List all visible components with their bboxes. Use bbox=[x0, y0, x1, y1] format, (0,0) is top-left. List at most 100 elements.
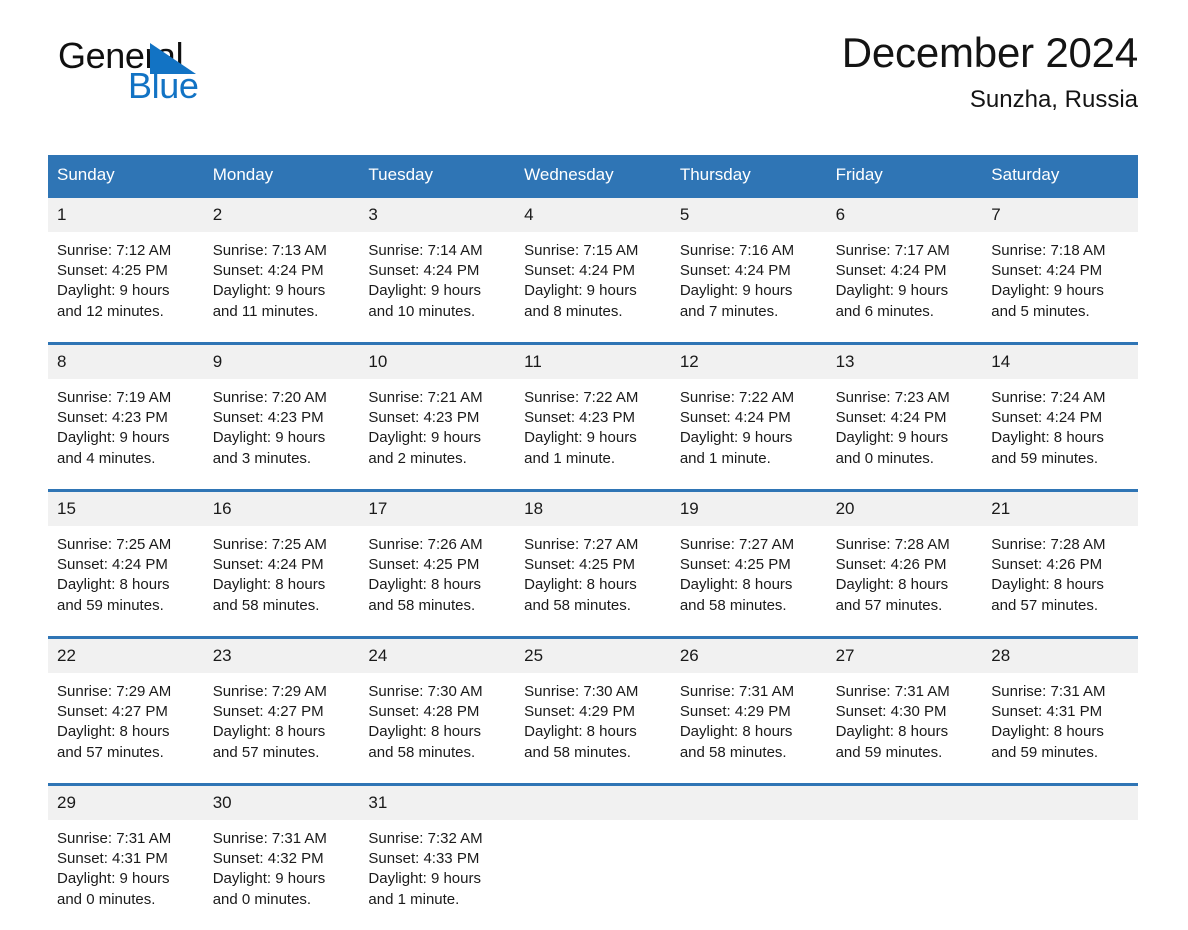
sunset-text: Sunset: 4:24 PM bbox=[991, 262, 1103, 280]
day-cell[interactable]: Sunrise: 7:16 AM Sunset: 4:24 PM Dayligh… bbox=[671, 232, 827, 342]
day-cell[interactable]: Sunrise: 7:26 AM Sunset: 4:25 PM Dayligh… bbox=[359, 526, 515, 636]
day-cell[interactable]: Sunrise: 7:29 AM Sunset: 4:27 PM Dayligh… bbox=[204, 673, 360, 783]
day-number[interactable]: 26 bbox=[671, 639, 827, 673]
day-cell[interactable]: Sunrise: 7:19 AM Sunset: 4:23 PM Dayligh… bbox=[48, 379, 204, 489]
daylight-text-cont: and 57 minutes. bbox=[212, 743, 320, 761]
day-number[interactable]: 5 bbox=[671, 198, 827, 232]
day-cell[interactable]: Sunrise: 7:22 AM Sunset: 4:23 PM Dayligh… bbox=[515, 379, 671, 489]
daylight-text: Daylight: 8 hours bbox=[212, 576, 326, 594]
day-cell[interactable]: Sunrise: 7:22 AM Sunset: 4:24 PM Dayligh… bbox=[671, 379, 827, 489]
sunset-text: Sunset: 4:25 PM bbox=[368, 556, 480, 574]
sunrise-text: Sunrise: 7:15 AM bbox=[524, 242, 639, 259]
day-cell[interactable]: Sunrise: 7:28 AM Sunset: 4:26 PM Dayligh… bbox=[982, 526, 1138, 636]
day-number[interactable]: 14 bbox=[982, 345, 1138, 379]
day-cell[interactable]: Sunrise: 7:31 AM Sunset: 4:29 PM Dayligh… bbox=[671, 673, 827, 783]
day-number[interactable]: 27 bbox=[827, 639, 983, 673]
day-cell[interactable]: Sunrise: 7:29 AM Sunset: 4:27 PM Dayligh… bbox=[48, 673, 204, 783]
daylight-text: Daylight: 9 hours bbox=[835, 282, 949, 300]
day-cell[interactable]: Sunrise: 7:17 AM Sunset: 4:24 PM Dayligh… bbox=[827, 232, 983, 342]
day-number[interactable]: 10 bbox=[359, 345, 515, 379]
sunset-text: Sunset: 4:29 PM bbox=[524, 703, 636, 721]
brand-logo[interactable]: General Blue bbox=[48, 38, 348, 110]
daylight-text: Daylight: 9 hours bbox=[368, 870, 481, 888]
day-number[interactable]: 2 bbox=[204, 198, 360, 232]
day-cell[interactable]: Sunrise: 7:27 AM Sunset: 4:25 PM Dayligh… bbox=[671, 526, 827, 636]
day-number[interactable]: 3 bbox=[359, 198, 515, 232]
day-cell[interactable]: Sunrise: 7:13 AM Sunset: 4:24 PM Dayligh… bbox=[204, 232, 360, 342]
sunset-text: Sunset: 4:28 PM bbox=[368, 703, 480, 721]
daylight-text-cont: and 58 minutes. bbox=[212, 596, 320, 614]
sunrise-text: Sunrise: 7:31 AM bbox=[991, 683, 1106, 700]
day-number[interactable]: 28 bbox=[982, 639, 1138, 673]
sunrise-text: Sunrise: 7:31 AM bbox=[835, 683, 950, 700]
day-cell[interactable]: Sunrise: 7:20 AM Sunset: 4:23 PM Dayligh… bbox=[204, 379, 360, 489]
day-cell[interactable]: Sunrise: 7:31 AM Sunset: 4:30 PM Dayligh… bbox=[827, 673, 983, 783]
sunset-text: Sunset: 4:24 PM bbox=[524, 262, 636, 280]
day-number[interactable]: 25 bbox=[515, 639, 671, 673]
day-number[interactable]: 31 bbox=[359, 786, 515, 820]
day-cell[interactable]: Sunrise: 7:30 AM Sunset: 4:28 PM Dayligh… bbox=[359, 673, 515, 783]
day-cell[interactable]: Sunrise: 7:31 AM Sunset: 4:31 PM Dayligh… bbox=[982, 673, 1138, 783]
day-number-empty bbox=[982, 786, 1138, 820]
day-cell[interactable]: Sunrise: 7:24 AM Sunset: 4:24 PM Dayligh… bbox=[982, 379, 1138, 489]
day-cell[interactable]: Sunrise: 7:27 AM Sunset: 4:25 PM Dayligh… bbox=[515, 526, 671, 636]
day-number[interactable]: 11 bbox=[515, 345, 671, 379]
daylight-text-cont: and 58 minutes. bbox=[368, 743, 476, 761]
day-cell[interactable]: Sunrise: 7:25 AM Sunset: 4:24 PM Dayligh… bbox=[48, 526, 204, 636]
day-number[interactable]: 22 bbox=[48, 639, 204, 673]
day-cell[interactable]: Sunrise: 7:28 AM Sunset: 4:26 PM Dayligh… bbox=[827, 526, 983, 636]
day-number[interactable]: 4 bbox=[515, 198, 671, 232]
day-cell[interactable]: Sunrise: 7:30 AM Sunset: 4:29 PM Dayligh… bbox=[515, 673, 671, 783]
day-cell-empty bbox=[982, 820, 1138, 930]
daylight-text-cont: and 57 minutes. bbox=[991, 596, 1099, 614]
day-number[interactable]: 16 bbox=[204, 492, 360, 526]
sunrise-text: Sunrise: 7:18 AM bbox=[991, 242, 1106, 259]
day-cell[interactable]: Sunrise: 7:21 AM Sunset: 4:23 PM Dayligh… bbox=[359, 379, 515, 489]
sunset-text: Sunset: 4:25 PM bbox=[679, 556, 791, 574]
day-number[interactable]: 18 bbox=[515, 492, 671, 526]
sunset-text: Sunset: 4:24 PM bbox=[679, 409, 791, 427]
day-cell[interactable]: Sunrise: 7:31 AM Sunset: 4:31 PM Dayligh… bbox=[48, 820, 204, 930]
sunrise-text: Sunrise: 7:32 AM bbox=[368, 830, 483, 847]
sunrise-text: Sunrise: 7:12 AM bbox=[57, 242, 172, 259]
day-cell[interactable]: Sunrise: 7:14 AM Sunset: 4:24 PM Dayligh… bbox=[359, 232, 515, 342]
sunrise-text: Sunrise: 7:13 AM bbox=[212, 242, 327, 259]
day-number[interactable]: 29 bbox=[48, 786, 204, 820]
day-cell[interactable]: Sunrise: 7:31 AM Sunset: 4:32 PM Dayligh… bbox=[204, 820, 360, 930]
day-number[interactable]: 19 bbox=[671, 492, 827, 526]
day-number[interactable]: 13 bbox=[827, 345, 983, 379]
sunrise-text: Sunrise: 7:29 AM bbox=[57, 683, 172, 700]
day-number[interactable]: 6 bbox=[827, 198, 983, 232]
day-cell[interactable]: Sunrise: 7:32 AM Sunset: 4:33 PM Dayligh… bbox=[359, 820, 515, 930]
daylight-text: Daylight: 8 hours bbox=[991, 576, 1104, 594]
sunset-text: Sunset: 4:24 PM bbox=[679, 262, 791, 280]
day-number[interactable]: 23 bbox=[204, 639, 360, 673]
day-number-empty bbox=[827, 786, 983, 820]
weekday-sunday: Sunday bbox=[57, 165, 115, 184]
daylight-text: Daylight: 9 hours bbox=[835, 429, 949, 447]
day-cell[interactable]: Sunrise: 7:12 AM Sunset: 4:25 PM Dayligh… bbox=[48, 232, 204, 342]
week-day-numbers: 15 16 17 18 19 20 21 bbox=[48, 492, 1138, 526]
sunset-text: Sunset: 4:24 PM bbox=[368, 262, 480, 280]
sunset-text: Sunset: 4:30 PM bbox=[835, 703, 947, 721]
day-cell[interactable]: Sunrise: 7:23 AM Sunset: 4:24 PM Dayligh… bbox=[827, 379, 983, 489]
day-number[interactable]: 9 bbox=[204, 345, 360, 379]
daylight-text-cont: and 58 minutes. bbox=[368, 596, 476, 614]
day-cell[interactable]: Sunrise: 7:15 AM Sunset: 4:24 PM Dayligh… bbox=[515, 232, 671, 342]
day-number[interactable]: 21 bbox=[982, 492, 1138, 526]
day-number[interactable]: 1 bbox=[48, 198, 204, 232]
day-cell[interactable]: Sunrise: 7:25 AM Sunset: 4:24 PM Dayligh… bbox=[204, 526, 360, 636]
day-number[interactable]: 12 bbox=[671, 345, 827, 379]
day-number[interactable]: 8 bbox=[48, 345, 204, 379]
day-cell[interactable]: Sunrise: 7:18 AM Sunset: 4:24 PM Dayligh… bbox=[982, 232, 1138, 342]
daylight-text-cont: and 59 minutes. bbox=[57, 596, 164, 614]
daylight-text-cont: and 6 minutes. bbox=[835, 302, 934, 320]
sunrise-text: Sunrise: 7:20 AM bbox=[212, 389, 327, 406]
day-number[interactable]: 24 bbox=[359, 639, 515, 673]
day-number[interactable]: 30 bbox=[204, 786, 360, 820]
sunrise-text: Sunrise: 7:29 AM bbox=[212, 683, 327, 700]
day-number[interactable]: 15 bbox=[48, 492, 204, 526]
day-number[interactable]: 20 bbox=[827, 492, 983, 526]
day-number[interactable]: 17 bbox=[359, 492, 515, 526]
day-number[interactable]: 7 bbox=[982, 198, 1138, 232]
